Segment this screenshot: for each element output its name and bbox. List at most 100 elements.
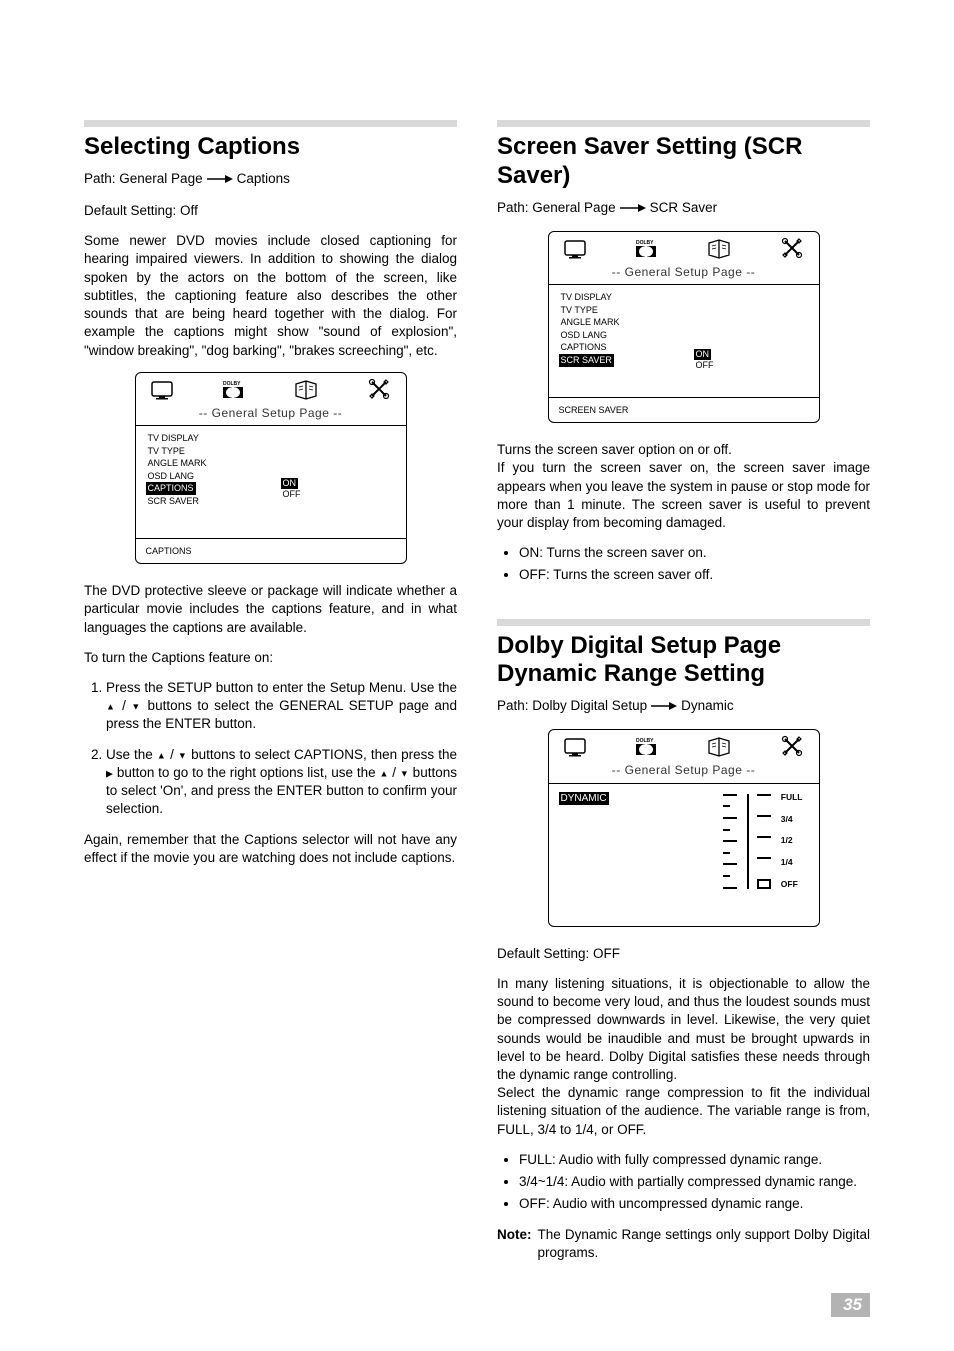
dolby-setup-box: -- General Setup Page -- DYNAMIC	[548, 729, 820, 926]
bullet-full: FULL: Audio with fully compressed dynami…	[519, 1151, 870, 1169]
scale-ticks-left	[723, 794, 739, 889]
scr-saver-heading: Screen Saver Setting (SCR Saver)	[497, 133, 870, 191]
left-column: Selecting Captions Path: General Page Ca…	[84, 120, 457, 1262]
captions-heading: Selecting Captions	[84, 133, 457, 162]
captions-intro: Some newer DVD movies include closed cap…	[84, 232, 457, 360]
menu-dynamic: DYNAMIC	[559, 792, 609, 806]
option-on: ON	[694, 349, 712, 360]
step1a: Press the SETUP button to enter the Setu…	[106, 680, 457, 695]
step2c: button to go to the right options list, …	[113, 765, 379, 780]
path-prefix: Path: General Page	[497, 199, 616, 217]
scale-labels: FULL 3/4 1/2 1/4 OFF	[781, 794, 803, 889]
path-prefix: Path: General Page	[84, 170, 203, 188]
page-number: 35	[831, 1293, 870, 1317]
step2b: buttons to select CAPTIONS, then press t…	[187, 747, 457, 762]
option-list: ON OFF	[281, 478, 303, 501]
step-2: Use the ▲ / ▼ buttons to select CAPTIONS…	[106, 746, 457, 819]
scr-saver-setup-box: -- General Setup Page -- TV DISPLAY TV T…	[548, 231, 820, 423]
book-icon	[705, 237, 733, 259]
menu-item: TV TYPE	[146, 445, 396, 458]
dolby-path: Path: Dolby Digital Setup Dynamic	[497, 697, 870, 715]
setup-body: TV DISPLAY TV TYPE ANGLE MARK OSD LANG C…	[549, 284, 819, 397]
setup-icon-row	[136, 373, 406, 403]
path-suffix: Captions	[237, 170, 290, 188]
setup-footer: SCREEN SAVER	[549, 397, 819, 422]
book-icon	[705, 735, 733, 757]
scale-34: 3/4	[781, 815, 803, 823]
up-icon: ▲	[157, 750, 166, 760]
arrow-icon	[620, 203, 646, 213]
down-icon: ▼	[178, 750, 187, 760]
scr-body2: If you turn the screen saver on, the scr…	[497, 459, 870, 532]
setup-page-title: -- General Setup Page --	[549, 760, 819, 782]
tools-icon	[780, 236, 804, 260]
captions-closing: Again, remember that the Captions select…	[84, 831, 457, 867]
captions-setup-box: -- General Setup Page -- TV DISPLAY TV T…	[135, 372, 407, 564]
captions-steps: Press the SETUP button to enter the Setu…	[84, 679, 457, 819]
menu-item: ANGLE MARK	[559, 316, 809, 329]
path-suffix: Dynamic	[681, 697, 734, 715]
tv-icon	[150, 378, 176, 400]
captions-path: Path: General Page Captions	[84, 170, 457, 188]
step1b: buttons to select the GENERAL SETUP page…	[106, 698, 457, 731]
option-list: ON OFF	[694, 349, 716, 372]
note-label: Note:	[497, 1226, 532, 1262]
scale-full: FULL	[781, 794, 803, 802]
scale-divider	[747, 794, 749, 889]
tools-icon	[367, 377, 391, 401]
setup-page-title: -- General Setup Page --	[136, 403, 406, 425]
bullet-off: OFF: Turns the screen saver off.	[519, 566, 870, 584]
scale-14: 1/4	[781, 859, 803, 867]
dolby-icon	[223, 379, 245, 399]
path-suffix: SCR Saver	[650, 199, 718, 217]
note: Note: The Dynamic Range settings only su…	[497, 1226, 870, 1262]
down-icon: ▼	[400, 768, 409, 778]
bullet-on: ON: Turns the screen saver on.	[519, 544, 870, 562]
menu-item: TV TYPE	[559, 304, 809, 317]
section-rule	[84, 120, 457, 127]
menu-list: TV DISPLAY TV TYPE ANGLE MARK OSD LANG C…	[146, 432, 396, 508]
setup-page-title: -- General Setup Page --	[549, 262, 819, 284]
captions-after-box: The DVD protective sleeve or package wil…	[84, 582, 457, 637]
setup-icon-row	[549, 232, 819, 262]
up-icon: ▲	[379, 768, 388, 778]
dolby-body1: In many listening situations, it is obje…	[497, 975, 870, 1084]
menu-item: CAPTIONS	[559, 341, 809, 354]
note-text: The Dynamic Range settings only support …	[538, 1226, 871, 1262]
menu-item: SCR SAVER	[146, 495, 396, 508]
menu-item: OSD LANG	[146, 470, 396, 483]
scr-body1: Turns the screen saver option on or off.	[497, 441, 870, 459]
tv-icon	[563, 735, 589, 757]
setup-icon-row	[549, 730, 819, 760]
arrow-icon	[651, 701, 677, 711]
step-1: Press the SETUP button to enter the Setu…	[106, 679, 457, 734]
menu-list: TV DISPLAY TV TYPE ANGLE MARK OSD LANG C…	[559, 291, 809, 367]
bullet-partial: 3/4~1/4: Audio with partially compressed…	[519, 1173, 870, 1191]
option-off: OFF	[281, 489, 303, 499]
dynamic-body: DYNAMIC	[549, 783, 819, 926]
scale-marker-icon	[757, 879, 771, 889]
option-off: OFF	[694, 360, 716, 370]
scale-off: OFF	[781, 881, 803, 889]
menu-item: ANGLE MARK	[146, 457, 396, 470]
dolby-default: Default Setting: OFF	[497, 945, 870, 963]
menu-item-selected: CAPTIONS	[146, 482, 196, 495]
down-icon: ▼	[131, 702, 142, 712]
menu-item: TV DISPLAY	[559, 291, 809, 304]
dolby-heading: Dolby Digital Setup Page Dynamic Range S…	[497, 632, 870, 690]
dolby-icon	[636, 736, 658, 756]
dolby-icon	[636, 238, 658, 258]
menu-item: OSD LANG	[559, 329, 809, 342]
setup-body: TV DISPLAY TV TYPE ANGLE MARK OSD LANG C…	[136, 425, 406, 538]
default-setting: Default Setting: Off	[84, 202, 457, 220]
tools-icon	[780, 734, 804, 758]
section-rule	[497, 619, 870, 626]
path-prefix: Path: Dolby Digital Setup	[497, 697, 647, 715]
section-rule	[497, 120, 870, 127]
right-column: Screen Saver Setting (SCR Saver) Path: G…	[497, 120, 870, 1262]
scr-saver-path: Path: General Page SCR Saver	[497, 199, 870, 217]
dolby-bullets: FULL: Audio with fully compressed dynami…	[497, 1151, 870, 1214]
captions-turn-on: To turn the Captions feature on:	[84, 649, 457, 667]
bullet-off: OFF: Audio with uncompressed dynamic ran…	[519, 1195, 870, 1213]
up-icon: ▲	[106, 702, 117, 712]
